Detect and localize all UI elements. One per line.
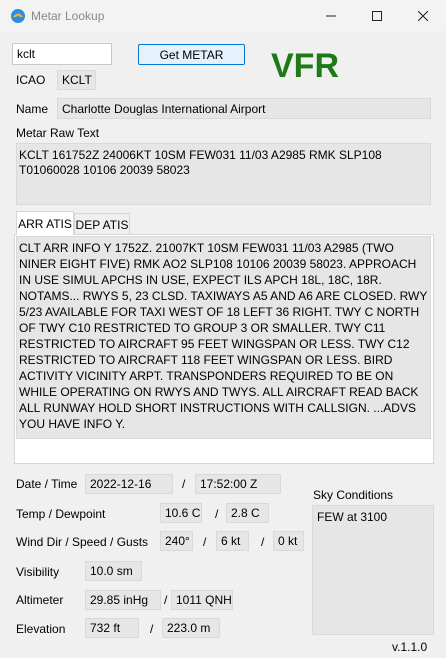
altimeter-separator: / xyxy=(164,593,168,607)
sky-conditions-value: FEW at 3100 xyxy=(312,505,434,635)
date-value: 2022-12-16 xyxy=(85,474,173,494)
version-label: v.1.1.0 xyxy=(392,640,428,654)
temp-value: 10.6 C xyxy=(160,503,202,523)
get-metar-button[interactable]: Get METAR xyxy=(138,44,245,65)
wind-gusts-value: 0 kt xyxy=(273,531,304,551)
temp-separator: / xyxy=(215,507,219,521)
elevation-separator: / xyxy=(150,622,154,636)
icao-value: KCLT xyxy=(57,70,96,90)
visibility-label: Visibility xyxy=(16,565,60,579)
wind-separator-1: / xyxy=(203,535,207,549)
airport-name-value: Charlotte Douglas International Airport xyxy=(57,98,431,119)
wind-speed-value: 6 kt xyxy=(216,531,249,551)
maximize-icon xyxy=(372,10,382,21)
wind-separator-2: / xyxy=(261,535,265,549)
flight-category-label: VFR xyxy=(271,47,339,85)
sky-conditions-label: Sky Conditions xyxy=(313,488,394,502)
app-icon xyxy=(11,9,25,23)
dewpoint-value: 2.8 C xyxy=(226,503,269,523)
close-icon xyxy=(418,10,428,21)
tab-dep-atis[interactable]: DEP ATIS xyxy=(74,213,130,235)
tab-arr-atis[interactable]: ARR ATIS xyxy=(16,211,74,235)
minimize-icon xyxy=(326,15,336,16)
visibility-value: 10.0 sm xyxy=(85,561,142,581)
atis-text: CLT ARR INFO Y 1752Z. 21007KT 10SM FEW03… xyxy=(16,236,431,439)
minimize-button[interactable] xyxy=(308,0,354,31)
elevation-label: Elevation xyxy=(16,622,66,636)
time-value: 17:52:00 Z xyxy=(195,474,281,494)
name-label: Name xyxy=(16,102,49,116)
elevation-m-value: 223.0 m xyxy=(162,618,220,638)
wind-label: Wind Dir / Speed / Gusts xyxy=(16,535,149,549)
altimeter-label: Altimeter xyxy=(16,593,64,607)
temp-label: Temp / Dewpoint xyxy=(16,507,106,521)
wind-dir-value: 240° xyxy=(160,531,193,551)
datetime-separator: / xyxy=(182,477,186,491)
icao-label: ICAO xyxy=(16,73,46,87)
window-title: Metar Lookup xyxy=(31,9,105,23)
close-button[interactable] xyxy=(400,0,446,31)
elevation-ft-value: 732 ft xyxy=(85,618,139,638)
altimeter-inhg-value: 29.85 inHg xyxy=(85,590,161,610)
maximize-button[interactable] xyxy=(354,0,400,31)
metar-raw-text: KCLT 161752Z 24006KT 10SM FEW031 11/03 A… xyxy=(16,143,431,205)
datetime-label: Date / Time xyxy=(16,477,78,491)
altimeter-qnh-value: 1011 QNH xyxy=(171,590,233,610)
icao-search-input[interactable] xyxy=(12,43,112,65)
metar-raw-label: Metar Raw Text xyxy=(16,126,100,140)
